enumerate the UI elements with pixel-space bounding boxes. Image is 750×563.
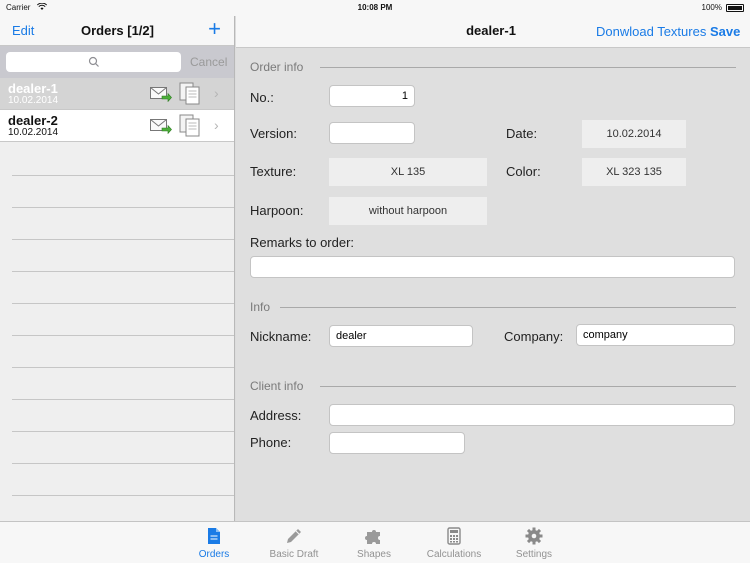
tab-basic-draft[interactable]: Basic Draft <box>254 527 334 560</box>
battery-icon <box>726 4 744 12</box>
battery-percent: 100% <box>701 3 722 12</box>
copy-icon[interactable] <box>179 82 201 106</box>
section-divider <box>320 67 736 68</box>
search-icon <box>88 56 99 67</box>
empty-row-separator <box>12 239 234 240</box>
search-bar: Cancel <box>0 46 234 78</box>
empty-row-separator <box>12 271 234 272</box>
harpoon-value[interactable]: without harpoon <box>329 197 487 225</box>
calculator-icon <box>447 527 461 545</box>
empty-row-separator <box>12 303 234 304</box>
chevron-right-icon: › <box>214 117 219 133</box>
empty-row-separator <box>12 335 234 336</box>
copy-icon[interactable] <box>179 114 201 138</box>
section-title-order-info: Order info <box>250 60 304 74</box>
mail-send-icon[interactable] <box>150 118 172 134</box>
puzzle-icon <box>365 530 380 544</box>
status-bar: Carrier 10:08 PM 100% <box>0 0 750 16</box>
orders-pane: Edit Orders [1/2] + Cancel dealer-1 10.0… <box>0 16 235 521</box>
phone-field[interactable] <box>329 432 465 454</box>
pencil-icon <box>287 529 301 543</box>
gear-icon <box>525 527 543 545</box>
empty-row-separator <box>12 431 234 432</box>
empty-row-separator <box>12 463 234 464</box>
order-row[interactable]: dealer-2 10.02.2014 › <box>0 110 234 142</box>
color-value[interactable]: XL 323 135 <box>582 158 686 186</box>
texture-value[interactable]: XL 135 <box>329 158 487 186</box>
cancel-button[interactable]: Cancel <box>190 55 227 69</box>
detail-title: dealer-1 <box>466 23 516 38</box>
order-date: 10.02.2014 <box>8 95 59 106</box>
order-detail-pane: dealer-1 Donwload Textures Save Order in… <box>236 16 750 521</box>
plus-icon[interactable]: + <box>208 17 221 41</box>
detail-nav-bar: dealer-1 Donwload Textures Save <box>236 16 750 48</box>
tab-bar: Orders Basic Draft Shapes Calculations S… <box>0 521 750 563</box>
company-label: Company: <box>504 329 564 344</box>
tab-settings[interactable]: Settings <box>494 527 574 560</box>
tab-label: Calculations <box>426 549 482 560</box>
no-label: No.: <box>250 90 274 105</box>
tab-calculations[interactable]: Calculations <box>414 527 494 560</box>
date-label: Date: <box>506 126 538 141</box>
tab-label: Settings <box>515 549 553 560</box>
version-label: Version: <box>250 126 297 141</box>
date-value[interactable]: 10.02.2014 <box>582 120 686 148</box>
search-input[interactable] <box>6 52 181 72</box>
order-name: dealer-2 <box>8 113 58 128</box>
harpoon-label: Harpoon: <box>250 203 304 218</box>
section-divider <box>320 386 736 387</box>
tab-label: Orders <box>198 549 230 560</box>
nickname-label: Nickname: <box>250 329 312 344</box>
tab-label: Basic Draft <box>269 549 319 560</box>
order-name: dealer-1 <box>8 81 58 96</box>
empty-row-separator <box>12 399 234 400</box>
tab-orders[interactable]: Orders <box>174 527 254 560</box>
address-field[interactable] <box>329 404 735 426</box>
order-date: 10.02.2014 <box>8 127 59 138</box>
address-label: Address: <box>250 408 302 423</box>
status-time: 10:08 PM <box>357 3 393 12</box>
remarks-field[interactable] <box>250 256 735 278</box>
save-button[interactable]: Save <box>710 24 740 39</box>
remarks-label: Remarks to order: <box>250 235 355 250</box>
section-title-client-info: Client info <box>250 379 304 393</box>
nickname-field[interactable] <box>329 325 473 347</box>
texture-label: Texture: <box>250 164 297 179</box>
section-title-info: Info <box>250 300 271 314</box>
mail-send-icon[interactable] <box>150 86 172 102</box>
chevron-right-icon: › <box>214 85 219 101</box>
order-number-field[interactable] <box>329 85 415 107</box>
tab-label: Shapes <box>357 549 391 560</box>
version-field[interactable] <box>329 122 415 144</box>
empty-row-separator <box>12 367 234 368</box>
empty-row-separator <box>12 495 234 496</box>
empty-row-separator <box>12 207 234 208</box>
section-divider <box>280 307 736 308</box>
order-row[interactable]: dealer-1 10.02.2014 › <box>0 78 234 110</box>
company-field[interactable] <box>576 324 735 346</box>
tab-shapes[interactable]: Shapes <box>334 527 414 560</box>
orders-nav-bar: Edit Orders [1/2] + <box>0 16 234 46</box>
color-label: Color: <box>506 164 541 179</box>
download-textures-button[interactable]: Donwload Textures <box>596 24 706 39</box>
phone-label: Phone: <box>250 435 292 450</box>
empty-row-separator <box>12 175 234 176</box>
orders-title: Orders [1/2] <box>81 23 154 38</box>
document-icon <box>208 528 220 544</box>
